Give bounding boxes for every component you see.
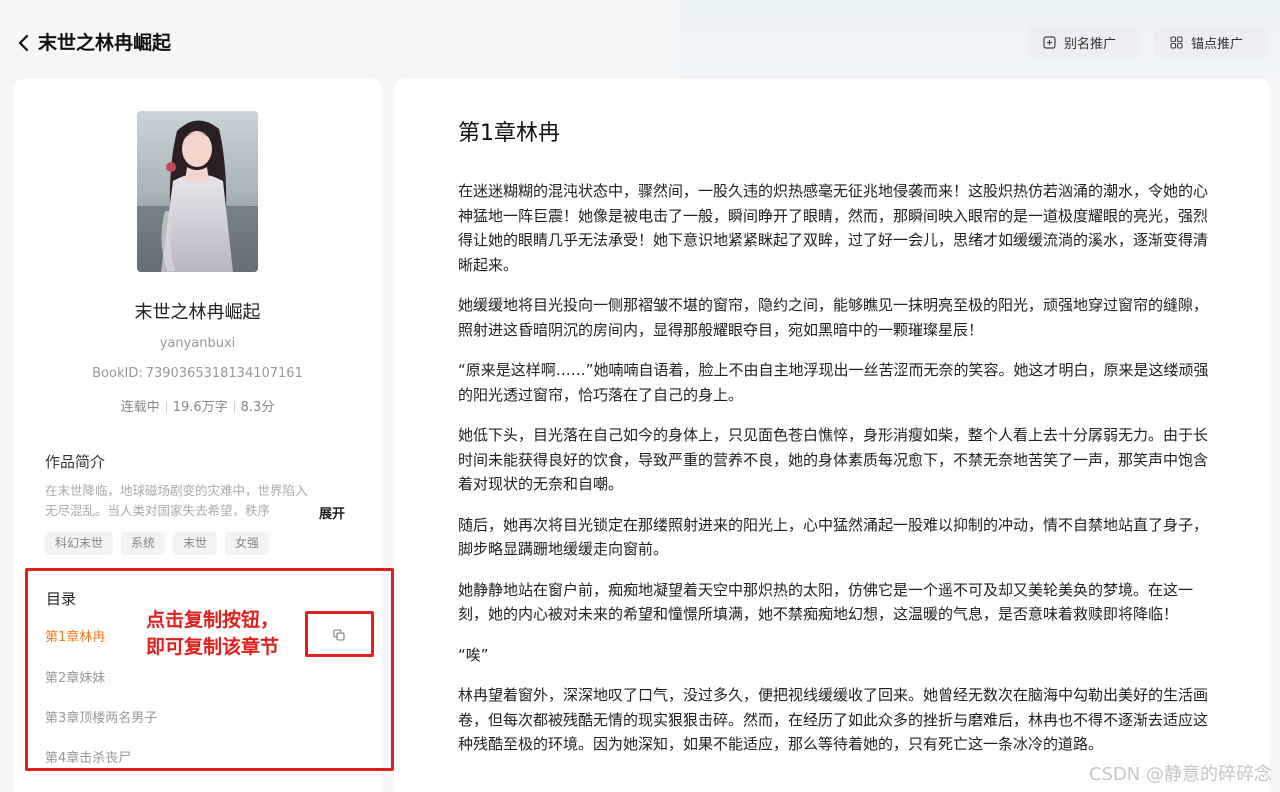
chapter-body: 在迷迷糊糊的混沌状态中，骤然间，一股久违的炽热感毫无征兆地侵袭而来！这股炽热仿若…	[458, 179, 1210, 773]
expand-intro-button[interactable]: 展开	[319, 503, 345, 522]
chapter-paragraph: 在迷迷糊糊的混沌状态中，骤然间，一股久违的炽热感毫无征兆地侵袭而来！这股炽热仿若…	[458, 182, 1209, 274]
toc-item-chapter-2[interactable]: 第2章妹妹	[45, 667, 105, 686]
grid-icon	[1170, 36, 1183, 49]
add-square-icon	[1043, 36, 1056, 49]
book-title: 末世之林冉崛起	[134, 302, 261, 323]
back-button[interactable]	[14, 30, 34, 56]
intro-heading: 作品简介	[45, 453, 106, 471]
chapter-paragraph: 林冉望着窗外，深深地叹了口气，没过多久，便把视线缓缓收了回来。她曾经无数次在脑海…	[458, 686, 1209, 753]
chapter-paragraph: 她缓缓地将目光投向一侧那褶皱不堪的窗帘，隐约之间，能够瞧见一抹明亮至极的阳光，顽…	[458, 296, 1209, 339]
anchor-promo-button[interactable]: 锚点推广	[1154, 27, 1268, 58]
toc-item-chapter-4[interactable]: 第4章击杀丧尸	[45, 747, 131, 766]
chapter-paragraph: “唉”	[458, 645, 489, 664]
book-author: yanyanbuxi	[159, 336, 236, 351]
book-id-label: BookID:	[92, 366, 143, 381]
book-id-value: 7390365318134107161	[145, 366, 303, 381]
chapter-paragraph: 随后，她再次将目光锁定在那缕照射进来的阳光上，心中猛然涌起一股难以抑制的冲动，情…	[458, 515, 1209, 559]
anchor-promo-label: 锚点推广	[1191, 37, 1244, 52]
book-rating: 8.3分	[240, 400, 275, 415]
tag-list: 科幻末世 系统 末世 女强	[45, 532, 270, 555]
divider	[233, 401, 235, 412]
book-status: 连载中	[120, 400, 160, 415]
page-title: 末世之林冉崛起	[38, 32, 172, 54]
chevron-left-icon	[18, 35, 29, 51]
toc-item-chapter-3[interactable]: 第3章顶楼两名男子	[45, 707, 157, 726]
chapter-content-panel: 第1章林冉 在迷迷糊糊的混沌状态中，骤然间，一股久违的炽热感毫无征兆地侵袭而来！…	[394, 79, 1270, 792]
toc-item-chapter-1[interactable]: 第1章林冉	[45, 626, 105, 645]
copy-icon	[333, 629, 345, 641]
chapter-paragraph: 她静静地站在窗户前，痴痴地凝望着天空中那炽热的太阳，仿佛它是一个遥不可及却又美轮…	[458, 580, 1194, 624]
alias-promo-label: 别名推广	[1064, 37, 1117, 52]
tag: 科幻末世	[45, 532, 114, 555]
page-header: 末世之林冉崛起 别名推广 锚点推广	[0, 0, 1280, 80]
book-info-panel: 末世之林冉崛起 yanyanbuxi BookID: 73903653181341…	[13, 79, 382, 792]
divider	[165, 401, 167, 412]
alias-promo-button[interactable]: 别名推广	[1027, 27, 1140, 58]
chapter-title: 第1章林冉	[458, 121, 560, 146]
tag: 末世	[173, 532, 218, 555]
toc-heading: 目录	[46, 590, 77, 608]
annotation-text: 点击复制按钮， 即可复制该章节	[146, 607, 279, 661]
chapter-paragraph: “原来是这样啊……”她喃喃自语着，脸上不由自主地浮现出一丝苦涩而无奈的笑容。她这…	[458, 361, 1209, 404]
tag: 女强	[225, 532, 270, 555]
annotation-line: 即可复制该章节	[146, 636, 280, 658]
copy-chapter-button[interactable]	[329, 625, 349, 645]
tag: 系统	[121, 532, 166, 555]
book-meta: 连载中 19.6万字 8.3分	[13, 396, 382, 415]
book-id: BookID: 7390365318134107161	[13, 366, 382, 381]
annotation-line: 点击复制按钮，	[146, 609, 280, 631]
book-cover-image	[137, 111, 258, 272]
intro-text: 在末世降临，地球磁场剧变的灾难中，世界陷入无尽混乱。当人类对国家失去希望，秩序	[45, 483, 308, 518]
book-word-count: 19.6万字	[172, 400, 228, 415]
chapter-paragraph: 她低下头，目光落在自己如今的身体上，只见面色苍白憔悴，身形消瘦如柴，整个人看上去…	[458, 426, 1209, 493]
